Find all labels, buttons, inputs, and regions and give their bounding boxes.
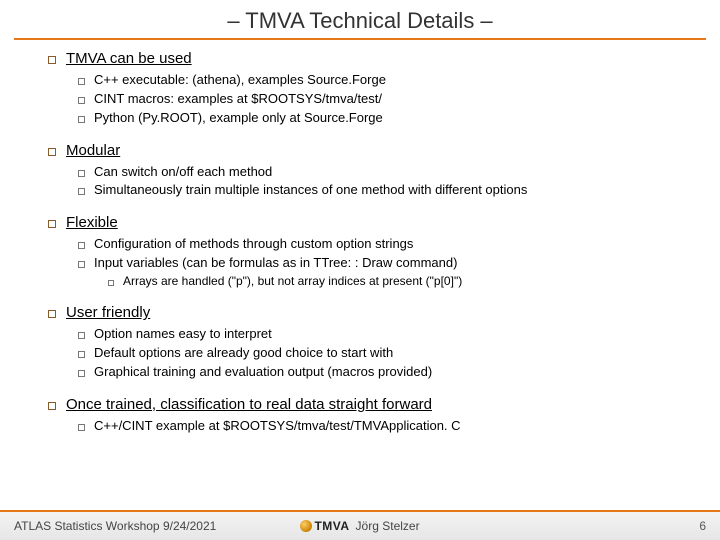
section-heading: Once trained, classification to real dat…: [66, 396, 432, 413]
bullet-icon: [78, 261, 85, 268]
footer-author: Jörg Stelzer: [356, 519, 420, 533]
slide-title: – TMVA Technical Details –: [0, 8, 720, 34]
bullet-icon: [78, 332, 85, 339]
bullet-icon: [78, 351, 85, 358]
tmva-logo: TMVA: [300, 519, 349, 533]
bullet-icon: [78, 242, 85, 249]
bullet-icon: [78, 370, 85, 377]
bullet-icon: [48, 56, 56, 64]
list-item: Can switch on/off each method: [94, 163, 272, 182]
bullet-icon: [48, 148, 56, 156]
bullet-icon: [78, 78, 85, 85]
bullet-icon: [78, 97, 85, 104]
page-number: 6: [699, 519, 706, 533]
bullet-icon: [48, 220, 56, 228]
slide-content: TMVA can be used C++ executable: (athena…: [0, 40, 720, 510]
list-item: Python (Py.ROOT), example only at Source…: [94, 109, 383, 128]
logo-text: TMVA: [314, 519, 349, 533]
list-item: Configuration of methods through custom …: [94, 235, 413, 254]
slide-footer: ATLAS Statistics Workshop 9/24/2021 TMVA…: [0, 510, 720, 540]
logo-dot-icon: [300, 520, 312, 532]
list-item: C++ executable: (athena), examples Sourc…: [94, 71, 386, 90]
bullet-icon: [48, 402, 56, 410]
bullet-icon: [108, 280, 114, 286]
section-heading: Modular: [66, 142, 120, 159]
bullet-icon: [48, 310, 56, 318]
list-item: Default options are already good choice …: [94, 344, 393, 363]
list-item: Simultaneously train multiple instances …: [94, 181, 527, 200]
section-heading: Flexible: [66, 214, 118, 231]
bullet-icon: [78, 188, 85, 195]
list-item: Option names easy to interpret: [94, 325, 272, 344]
list-item: C++/CINT example at $ROOTSYS/tmva/test/T…: [94, 417, 461, 436]
bullet-icon: [78, 424, 85, 431]
footer-left: ATLAS Statistics Workshop 9/24/2021: [14, 519, 245, 533]
section-heading: User friendly: [66, 304, 150, 321]
list-item: Graphical training and evaluation output…: [94, 363, 432, 382]
section-heading: TMVA can be used: [66, 50, 192, 67]
bullet-icon: [78, 170, 85, 177]
list-item: Input variables (can be formulas as in T…: [94, 254, 457, 273]
bullet-icon: [78, 116, 85, 123]
list-item: CINT macros: examples at $ROOTSYS/tmva/t…: [94, 90, 382, 109]
list-item: Arrays are handled ("p"), but not array …: [123, 273, 462, 290]
